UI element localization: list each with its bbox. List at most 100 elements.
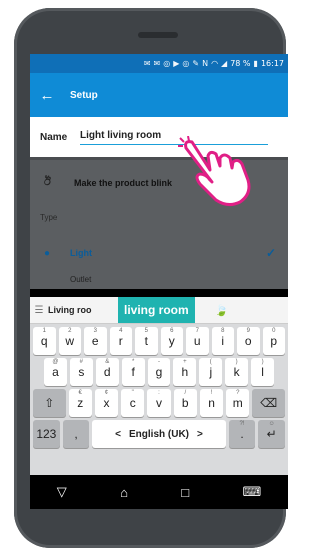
key-z[interactable]: € z [68,389,92,417]
numbers-key[interactable]: 123 [33,420,60,448]
enter-key[interactable]: ☺ ↵ [258,420,286,448]
clock: 16:17 [260,59,284,68]
key-r[interactable]: 4r [109,327,132,355]
key-label: . [240,427,244,441]
period-key[interactable]: ?! . [228,420,256,448]
key-alt-label: 4 [119,328,123,334]
on-screen-keyboard: ☰ Living roo living room 🍃 1q2w3e4r5t6y7… [30,297,288,475]
key-l[interactable]: ) l [251,358,275,386]
key-h[interactable]: + h [173,358,197,386]
key-e[interactable]: 3e [84,327,107,355]
key-y[interactable]: 6y [160,327,183,355]
back-triangle-icon[interactable]: ▽ [57,484,67,500]
key-k[interactable]: ) k [225,358,249,386]
phone-screen: ✉ ✉ ◎ ▶ ◎ ✎ N ◠ ◢ 78 % ▮ 16:17 ← Setup N… [30,54,288,509]
key-w[interactable]: 2w [58,327,81,355]
tap-hand-icon [178,136,251,207]
wifi-icon: ◠ [211,59,219,68]
key-label: m [232,396,243,410]
key-label: n [208,396,215,410]
signal-icon: ◢ [221,59,228,68]
key-alt-label: ) [261,359,264,365]
comma-key[interactable]: , [62,420,90,448]
menu-icon[interactable]: ☰ [30,305,48,316]
type-option-label: Light [70,248,92,258]
message-icon: ✉ [143,59,151,68]
key-label: y [168,334,175,348]
key-label: p [270,334,278,348]
key-b[interactable]: / b [173,389,197,417]
key-alt-label: € [78,390,82,396]
emoji-suggestion[interactable]: 🍃 [215,304,229,317]
navigation-bar: ▽ ⌂ □ ⌨ [30,475,288,509]
suggestion-highlighted[interactable]: living room [118,297,195,323]
back-arrow-icon[interactable]: ← [34,87,60,104]
key-p[interactable]: 0p [262,327,285,355]
language-label: English (UK) [129,428,189,440]
key-s[interactable]: # s [69,358,93,386]
key-alt-label: ( [209,359,212,365]
key-alt-label: 7 [195,328,199,334]
key-c[interactable]: " c [121,389,145,417]
app-icon-2: ◎ [182,59,190,68]
key-row-1: 1q2w3e4r5t6y7u8i9o0p [30,324,288,355]
key-label: a [52,365,59,379]
key-label: k [233,365,240,379]
key-alt-label: 1 [42,328,46,334]
home-icon[interactable]: ⌂ [120,485,128,500]
key-label: f [131,365,135,379]
key-alt-label: - [158,359,160,365]
key-alt-label: ?! [239,421,245,427]
key-label: l [261,365,264,379]
key-label: z [77,396,84,410]
key-alt-label: ¢ [104,390,109,396]
suggestion-1[interactable]: Living roo [48,305,118,315]
video-icon: ▶ [173,59,180,68]
wrench-icon: ✎ [192,59,200,68]
key-n[interactable]: ! n [199,389,224,417]
key-v[interactable]: :v [147,389,171,417]
key-g[interactable]: -g [147,358,171,386]
key-row-3: ⇧ € z ¢ x " c: v / b! n? m ⌫ [30,386,288,417]
blink-label: Make the product blink [74,177,173,188]
key-label: x [103,396,110,410]
key-alt-label: ☺ [268,421,275,427]
space-bar[interactable]: < English (UK) > [92,420,226,448]
enter-icon: ↵ [266,427,277,441]
check-icon: ✓ [265,246,276,260]
key-label: q [40,334,48,348]
key-alt-label: 6 [170,328,174,334]
type-option-light[interactable]: ● Light ✓ [30,231,288,275]
suggestion-bar: ☰ Living roo living room 🍃 [30,297,288,324]
type-option-label: Outlet [70,275,92,284]
shift-key[interactable]: ⇧ [33,389,66,417]
key-label: b [181,396,189,410]
key-j[interactable]: (j [199,358,223,386]
key-alt-label: / [184,390,187,396]
key-m[interactable]: ? m [226,389,250,417]
key-alt-label: 8 [221,328,225,334]
page-title: Setup [70,89,98,101]
type-option-outlet[interactable]: Outlet [30,275,288,289]
key-label: s [78,365,85,379]
key-alt-label: # [79,359,83,365]
backspace-key[interactable]: ⌫ [252,389,286,417]
keyboard-switch-icon[interactable]: ⌨ [243,484,262,500]
battery-icon: ▮ [253,59,258,68]
key-d[interactable]: & d [95,358,119,386]
key-alt-label: " [131,390,134,396]
key-a[interactable]: @ a [44,358,67,386]
key-f[interactable]: * f [121,358,145,386]
key-label: d [103,365,111,379]
recents-icon[interactable]: □ [181,485,189,500]
blinking-bulb-icon: ඊ [44,176,51,188]
key-alt-label: 3 [93,328,97,334]
key-label: w [65,334,75,348]
key-o[interactable]: 9o [237,327,260,355]
key-t[interactable]: 5t [135,327,158,355]
key-q[interactable]: 1q [33,327,56,355]
key-x[interactable]: ¢ x [94,389,119,417]
key-alt-label: * [131,359,135,365]
key-u[interactable]: 7u [186,327,209,355]
key-i[interactable]: 8i [211,327,234,355]
